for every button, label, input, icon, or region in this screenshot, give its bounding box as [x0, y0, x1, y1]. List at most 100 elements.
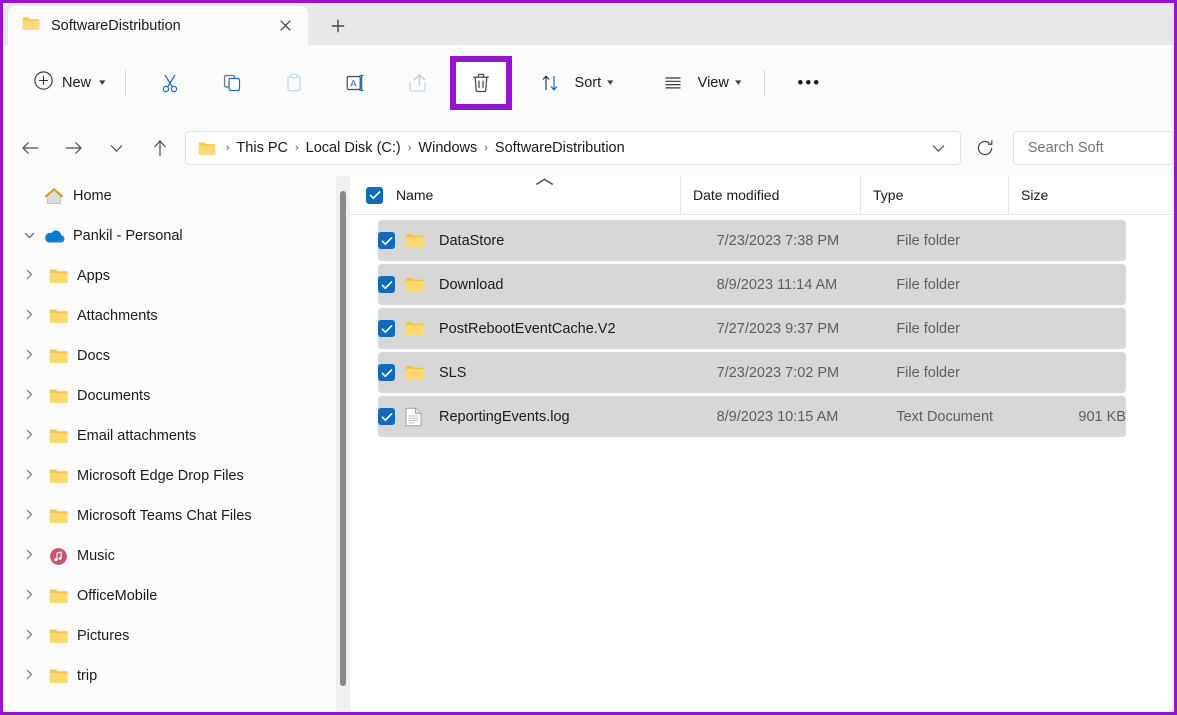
row-checkbox[interactable]	[378, 320, 395, 337]
column-header-size[interactable]: Size	[1008, 175, 1108, 215]
cut-button[interactable]	[150, 64, 190, 102]
sidebar-item-attachments[interactable]: Attachments	[9, 296, 338, 336]
breadcrumb-separator: ›	[225, 142, 230, 154]
file-rows: DataStore 7/23/2023 7:38 PM File folder …	[350, 215, 1174, 437]
breadcrumb-item-windows[interactable]: Windows	[413, 138, 482, 158]
tab-software-distribution[interactable]: SoftwareDistribution	[8, 6, 308, 45]
table-row[interactable]: Download 8/9/2023 11:14 AM File folder	[378, 264, 1126, 305]
copy-button[interactable]	[212, 64, 252, 102]
table-row[interactable]: DataStore 7/23/2023 7:38 PM File folder	[378, 220, 1126, 261]
column-header-type[interactable]: Type	[860, 175, 1008, 215]
column-header-label: Type	[873, 187, 904, 203]
copy-icon	[214, 65, 250, 101]
file-name: Download	[439, 276, 504, 293]
file-type: File folder	[896, 364, 960, 381]
rename-button[interactable]: A	[336, 64, 376, 102]
chevron-down-icon: ▾	[607, 77, 614, 87]
sidebar-item-trip[interactable]: trip	[9, 656, 338, 696]
chevron-right-icon[interactable]	[17, 349, 41, 363]
table-row[interactable]: SLS 7/23/2023 7:02 PM File folder	[378, 352, 1126, 393]
chevron-down-icon[interactable]	[924, 132, 954, 164]
sidebar-item-music[interactable]: Music	[9, 536, 338, 576]
sidebar-item-docs[interactable]: Docs	[9, 336, 338, 376]
file-type: File folder	[896, 232, 960, 249]
breadcrumb-item-this-pc[interactable]: This PC	[231, 138, 293, 158]
new-button-label: New	[62, 74, 92, 91]
chevron-right-icon[interactable]	[17, 549, 41, 563]
row-checkbox[interactable]	[378, 408, 395, 425]
sidebar-scrollbar-thumb[interactable]	[340, 191, 346, 686]
sidebar-item-label: Email attachments	[77, 428, 197, 444]
chevron-right-icon[interactable]	[17, 629, 41, 643]
home-icon	[41, 187, 67, 205]
chevron-right-icon[interactable]	[17, 429, 41, 443]
sidebar-item-pankil-personal[interactable]: Pankil - Personal	[9, 216, 338, 256]
chevron-right-icon[interactable]	[17, 269, 41, 283]
list-lines-icon	[655, 65, 691, 101]
breadcrumb-item-local-disk[interactable]: Local Disk (C:)	[301, 138, 406, 158]
file-explorer-window: SoftwareDistribution New ▾ A Sort ▾ View…	[0, 0, 1177, 715]
scissors-icon	[152, 65, 188, 101]
navigation-pane[interactable]: Home Pankil - Personal Apps Attachments …	[3, 176, 350, 712]
sidebar-item-officemobile[interactable]: OfficeMobile	[9, 576, 338, 616]
svg-text:A: A	[350, 78, 357, 89]
row-checkbox[interactable]	[378, 232, 395, 249]
sidebar-item-email-attachments[interactable]: Email attachments	[9, 416, 338, 456]
chevron-right-icon[interactable]	[17, 669, 41, 683]
table-row[interactable]: ReportingEvents.log 8/9/2023 10:15 AM Te…	[378, 396, 1126, 437]
new-button[interactable]: New ▾	[25, 64, 117, 102]
back-button[interactable]	[15, 132, 45, 164]
sidebar-item-pictures[interactable]: Pictures	[9, 616, 338, 656]
sidebar-item-home[interactable]: Home	[9, 176, 338, 216]
chevron-down-icon: ▾	[99, 77, 106, 87]
sidebar-item-label: OfficeMobile	[77, 588, 158, 604]
chevron-right-icon[interactable]	[17, 309, 41, 323]
up-button[interactable]	[145, 132, 175, 164]
sort-button[interactable]: Sort ▾	[522, 64, 623, 102]
sidebar-item-label: Pankil - Personal	[73, 228, 183, 244]
folder-icon	[405, 320, 431, 337]
chevron-right-icon[interactable]	[17, 469, 41, 483]
select-all-checkbox[interactable]	[366, 186, 383, 204]
folder-icon	[45, 388, 71, 404]
sidebar-item-apps[interactable]: Apps	[9, 256, 338, 296]
file-name: PostRebootEventCache.V2	[439, 320, 616, 337]
refresh-button[interactable]	[969, 132, 1001, 164]
search-input[interactable]	[1025, 139, 1174, 157]
column-header-name[interactable]: Name	[350, 176, 680, 215]
view-button[interactable]: View ▾	[645, 64, 751, 102]
sidebar-item-label: Pictures	[77, 628, 130, 644]
forward-button[interactable]	[58, 132, 88, 164]
chevron-down-icon[interactable]	[17, 230, 41, 242]
plus-circle-icon	[34, 71, 53, 94]
row-checkbox[interactable]	[378, 276, 395, 293]
rename-icon: A	[338, 65, 374, 101]
chevron-right-icon[interactable]	[17, 509, 41, 523]
breadcrumb[interactable]: › This PC › Local Disk (C:) › Windows › …	[184, 131, 961, 165]
text-document-icon	[405, 407, 431, 427]
row-checkbox[interactable]	[378, 364, 395, 381]
sidebar-scrollbar[interactable]	[336, 176, 350, 712]
sidebar-item-documents[interactable]: Documents	[9, 376, 338, 416]
share-icon	[400, 65, 436, 101]
sidebar-item-label: Music	[77, 548, 115, 564]
sidebar-item-microsoft-teams-chat-files[interactable]: Microsoft Teams Chat Files	[9, 496, 338, 536]
new-tab-button[interactable]	[321, 11, 355, 41]
trash-icon[interactable]	[463, 65, 499, 101]
chevron-right-icon[interactable]	[17, 389, 41, 403]
file-name: SLS	[439, 364, 467, 381]
share-button	[398, 64, 438, 102]
breadcrumb-item-softwaredistribution[interactable]: SoftwareDistribution	[490, 138, 630, 158]
sidebar-item-microsoft-edge-drop-files[interactable]: Microsoft Edge Drop Files	[9, 456, 338, 496]
close-icon[interactable]	[270, 12, 300, 40]
chevron-right-icon[interactable]	[17, 589, 41, 603]
see-more-button[interactable]: •••	[787, 64, 831, 102]
sidebar-item-label: Docs	[77, 348, 111, 364]
breadcrumb-separator: ›	[484, 142, 488, 154]
search-box[interactable]	[1012, 131, 1174, 165]
music-note-icon	[45, 547, 71, 566]
column-header-date-modified[interactable]: Date modified	[680, 175, 860, 215]
file-list-pane: Name Date modified Type Size DataStore 7…	[350, 175, 1174, 712]
recent-locations-button[interactable]	[101, 132, 131, 164]
table-row[interactable]: PostRebootEventCache.V2 7/27/2023 9:37 P…	[378, 308, 1126, 349]
